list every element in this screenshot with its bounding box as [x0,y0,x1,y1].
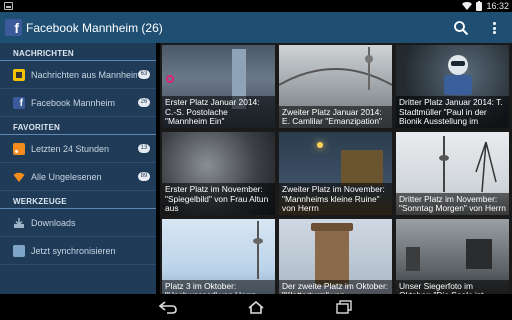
back-icon[interactable] [158,299,178,315]
drawer-item-alle-ungelesenen[interactable]: Alle Ungelesenen 89 [0,163,156,191]
unread-count-badge: 26 [138,98,150,107]
photo-caption: Erster Platz Januar 2014: C.-S. Postolac… [162,96,275,128]
system-navigation-bar [0,294,512,320]
drawer-item-facebook-mannheim[interactable]: f Facebook Mannheim 26 [0,89,156,117]
photo-caption: Dritter Platz Januar 2014: T. Stadtmülle… [396,96,509,128]
section-header-werkzeuge: WERKZEUGE [0,191,156,209]
photo-tile[interactable]: Platz 3 im Oktober: "Hochwasser" von Her… [162,219,275,294]
status-clock: 16:32 [486,1,509,11]
photo-caption: Unser Siegerfoto im Oktober: "Die Seele … [396,279,509,294]
battery-icon [476,0,483,11]
drawer-item-nachrichten-aus-mannheim[interactable]: Nachrichten aus Mannheim 63 [0,61,156,89]
photo-tile[interactable]: Zweiter Platz im November: "Mannheims kl… [279,132,392,215]
drawer-item-label: Letzten 24 Stunden [31,144,110,154]
photo-tile[interactable]: Erster Platz Januar 2014: C.-S. Postolac… [162,45,275,128]
drawer-item-letzten-24-stunden[interactable]: Letzten 24 Stunden 13 [0,135,156,163]
wifi-feed-icon [13,172,25,182]
overflow-menu-icon[interactable] [486,20,502,36]
photo-caption: Dritter Platz im November: "Sonntag Morg… [396,192,509,215]
photo-tile[interactable]: Der zweite Platz im Oktober: "Klettertur… [279,219,392,294]
search-icon[interactable] [453,20,469,36]
wifi-icon [462,2,473,10]
drawer-item-label: Alle Ungelesenen [31,172,102,182]
photo-tile[interactable]: Erster Platz im November: "Spiegelbild" … [162,132,275,215]
photo-grid: Erster Platz Januar 2014: C.-S. Postolac… [160,43,512,294]
drawer-item-jetzt-synchronisieren[interactable]: Jetzt synchronisieren [0,237,156,265]
photo-caption: Der zweite Platz im Oktober: "Klettertur… [279,279,392,294]
city-crest-icon [13,69,25,81]
unread-count-badge: 89 [138,172,150,181]
unread-count-badge: 13 [138,144,150,153]
home-icon[interactable] [246,299,266,315]
photo-tile[interactable]: Dritter Platz Januar 2014: T. Stadtmülle… [396,45,509,128]
navigation-drawer: NACHRICHTEN Nachrichten aus Mannheim 63 … [0,43,156,294]
action-bar: f Facebook Mannheim (26) [0,12,512,43]
photo-tile[interactable]: Unser Siegerfoto im Oktober: "Die Seele … [396,219,509,294]
facebook-icon[interactable]: f [5,19,22,36]
photo-tile[interactable]: Zweiter Platz Januar 2014: E. Camlilar "… [279,45,392,128]
sync-icon [13,245,25,257]
drawer-item-label: Jetzt synchronisieren [31,246,116,256]
section-header-favoriten: FAVORITEN [0,117,156,135]
rss-icon [13,143,25,155]
photo-caption: Zweiter Platz Januar 2014: E. Camlilar "… [279,105,392,128]
photo-caption: Erster Platz im November: "Spiegelbild" … [162,183,275,215]
section-header-nachrichten: NACHRICHTEN [0,43,156,61]
drawer-item-label: Facebook Mannheim [31,98,116,108]
drawer-item-downloads[interactable]: Downloads [0,209,156,237]
page-title: Facebook Mannheim (26) [26,21,163,35]
facebook-icon: f [13,97,25,109]
unread-count-badge: 63 [138,70,150,79]
photo-caption: Zweiter Platz im November: "Mannheims kl… [279,183,392,215]
drawer-item-label: Nachrichten aus Mannheim [31,70,137,80]
download-icon [14,218,24,228]
notification-icon [4,2,13,10]
status-bar: 16:32 [0,0,512,12]
recent-apps-icon[interactable] [334,299,354,315]
drawer-item-label: Downloads [31,218,76,228]
photo-tile[interactable]: Dritter Platz im November: "Sonntag Morg… [396,132,509,215]
photo-caption: Platz 3 im Oktober: "Hochwasser" von Her… [162,279,275,294]
